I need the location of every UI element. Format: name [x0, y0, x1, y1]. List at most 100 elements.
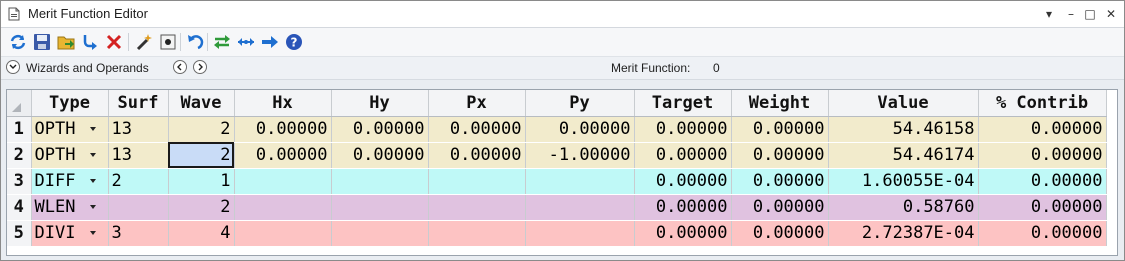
col-header-type[interactable]: Type	[31, 90, 109, 117]
type-cell[interactable]: DIFF	[31, 168, 109, 195]
stop-icon[interactable]	[158, 32, 178, 52]
undo-icon[interactable]	[185, 32, 205, 52]
col-header-wave[interactable]: Wave	[168, 90, 235, 117]
hy-cell[interactable]: 0.00000	[331, 116, 429, 143]
px-cell[interactable]	[428, 168, 526, 195]
weight-cell[interactable]: 0.00000	[731, 194, 829, 221]
wave-cell[interactable]: 2	[168, 194, 235, 221]
surf-cell[interactable]: 3	[108, 220, 169, 247]
py-cell[interactable]	[525, 168, 635, 195]
value-cell[interactable]: 0.58760	[828, 194, 979, 221]
table-row: 5 DIVI 3 4 0.00000 0.00000 2.72387E-04 0…	[7, 220, 1107, 247]
insert-icon[interactable]	[80, 32, 100, 52]
dropdown-arrow-icon[interactable]	[89, 178, 96, 183]
row-number[interactable]: 3	[7, 168, 32, 195]
row-number[interactable]: 1	[7, 116, 32, 143]
wave-cell[interactable]: 1	[168, 168, 235, 195]
target-cell[interactable]: 0.00000	[634, 168, 732, 195]
hx-cell[interactable]	[234, 168, 332, 195]
wave-cell[interactable]: 2	[168, 116, 235, 143]
minimize-button[interactable]: –	[1062, 5, 1080, 23]
next-button[interactable]	[193, 60, 207, 74]
dropdown-arrow-icon[interactable]	[89, 230, 96, 235]
close-button[interactable]: ✕	[1102, 5, 1120, 23]
dropdown-arrow-icon[interactable]	[89, 204, 96, 209]
weight-cell[interactable]: 0.00000	[731, 168, 829, 195]
swap-icon[interactable]	[212, 32, 232, 52]
col-header-hx[interactable]: Hx	[234, 90, 332, 117]
col-header-px[interactable]: Px	[428, 90, 526, 117]
hy-cell[interactable]	[331, 220, 429, 247]
value-cell[interactable]: 1.60055E-04	[828, 168, 979, 195]
wave-cell[interactable]: 4	[168, 220, 235, 247]
dropdown-arrow-icon[interactable]	[89, 126, 96, 131]
col-header-py[interactable]: Py	[525, 90, 635, 117]
weight-cell[interactable]: 0.00000	[731, 142, 829, 169]
expand-icon[interactable]	[236, 32, 256, 52]
row-number[interactable]: 2	[7, 142, 32, 169]
target-cell[interactable]: 0.00000	[634, 194, 732, 221]
target-cell[interactable]: 0.00000	[634, 116, 732, 143]
wizards-and-operands-label[interactable]: Wizards and Operands	[26, 61, 149, 75]
load-icon[interactable]	[56, 32, 76, 52]
hx-cell[interactable]	[234, 220, 332, 247]
chevron-left-icon	[177, 63, 182, 71]
weight-cell[interactable]: 0.00000	[731, 116, 829, 143]
py-cell[interactable]: -1.00000	[525, 142, 635, 169]
select-all-corner[interactable]	[7, 90, 32, 117]
dropdown-arrow-icon[interactable]	[89, 152, 96, 157]
surf-cell[interactable]: 13	[108, 116, 169, 143]
type-cell[interactable]: OPTH	[31, 142, 109, 169]
arrow-right-icon[interactable]	[260, 32, 280, 52]
hx-cell[interactable]	[234, 194, 332, 221]
wand-icon[interactable]	[134, 32, 154, 52]
hx-cell[interactable]: 0.00000	[234, 116, 332, 143]
hy-cell[interactable]	[331, 168, 429, 195]
px-cell[interactable]	[428, 220, 526, 247]
window-menu-button[interactable]: ▾	[1040, 5, 1058, 23]
wave-cell-selected[interactable]: 2	[168, 142, 235, 169]
target-cell[interactable]: 0.00000	[634, 220, 732, 247]
save-icon[interactable]	[32, 32, 52, 52]
row-number[interactable]: 4	[7, 194, 32, 221]
col-header-contrib[interactable]: % Contrib	[978, 90, 1107, 117]
col-header-surf[interactable]: Surf	[108, 90, 169, 117]
surf-cell[interactable]: 2	[108, 168, 169, 195]
type-cell[interactable]: WLEN	[31, 194, 109, 221]
row-number[interactable]: 5	[7, 220, 32, 247]
py-cell[interactable]: 0.00000	[525, 116, 635, 143]
py-cell[interactable]	[525, 220, 635, 247]
contrib-cell[interactable]: 0.00000	[978, 142, 1107, 169]
hy-cell[interactable]: 0.00000	[331, 142, 429, 169]
value-cell[interactable]: 2.72387E-04	[828, 220, 979, 247]
hx-cell[interactable]: 0.00000	[234, 142, 332, 169]
weight-cell[interactable]: 0.00000	[731, 220, 829, 247]
contrib-cell[interactable]: 0.00000	[978, 220, 1107, 247]
surf-cell[interactable]	[108, 194, 169, 221]
hy-cell[interactable]	[331, 194, 429, 221]
value-cell[interactable]: 54.46158	[828, 116, 979, 143]
col-header-weight[interactable]: Weight	[731, 90, 829, 117]
type-cell[interactable]: DIVI	[31, 220, 109, 247]
value-cell[interactable]: 54.46174	[828, 142, 979, 169]
col-header-value[interactable]: Value	[828, 90, 979, 117]
px-cell[interactable]	[428, 194, 526, 221]
surf-cell[interactable]: 13	[108, 142, 169, 169]
col-header-target[interactable]: Target	[634, 90, 732, 117]
py-cell[interactable]	[525, 194, 635, 221]
help-icon[interactable]: ?	[284, 32, 304, 52]
previous-button[interactable]	[173, 60, 187, 74]
col-header-hy[interactable]: Hy	[331, 90, 429, 117]
px-cell[interactable]: 0.00000	[428, 116, 526, 143]
px-cell[interactable]: 0.00000	[428, 142, 526, 169]
type-cell[interactable]: OPTH	[31, 116, 109, 143]
target-cell[interactable]: 0.00000	[634, 142, 732, 169]
wizards-expand-button[interactable]	[6, 60, 20, 74]
contrib-cell[interactable]: 0.00000	[978, 194, 1107, 221]
contrib-cell[interactable]: 0.00000	[978, 116, 1107, 143]
restore-button[interactable]: □	[1081, 5, 1099, 23]
refresh-icon[interactable]	[8, 32, 28, 52]
type-value: DIVI	[34, 223, 76, 243]
delete-icon[interactable]	[104, 32, 124, 52]
contrib-cell[interactable]: 0.00000	[978, 168, 1107, 195]
